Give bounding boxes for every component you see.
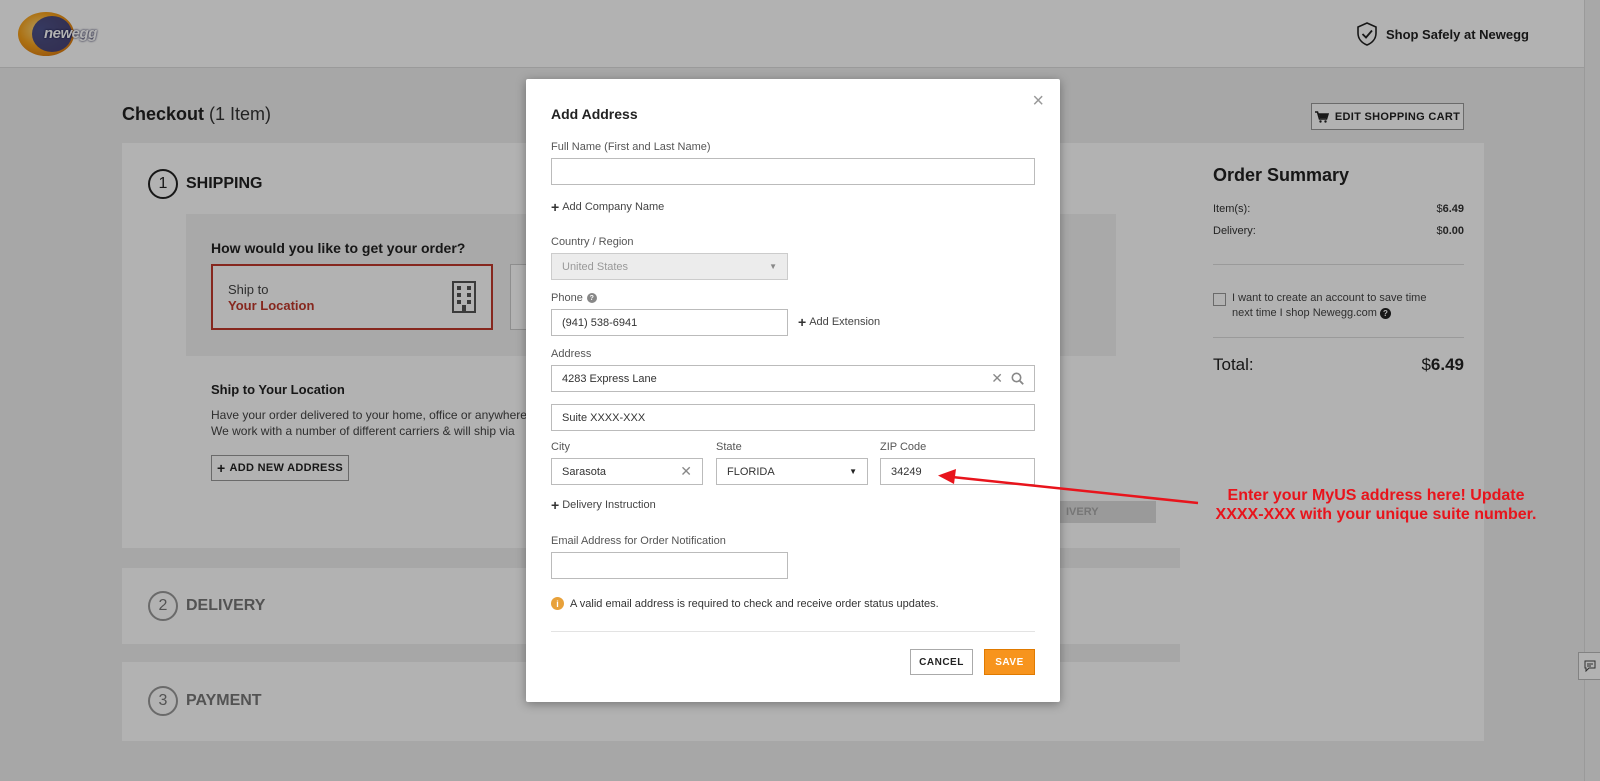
annotation-text: Enter your MyUS address here! Update XXX… — [1215, 487, 1537, 523]
annotation-arrow — [938, 469, 1199, 505]
